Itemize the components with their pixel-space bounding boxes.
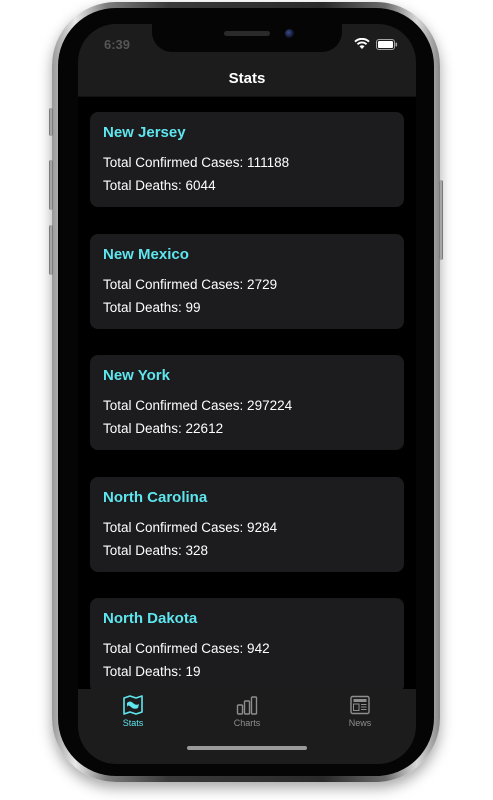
home-indicator[interactable]	[187, 746, 307, 750]
state-card-north-dakota[interactable]: North Dakota Total Confirmed Cases: 942 …	[90, 598, 404, 689]
battery-icon	[376, 38, 398, 50]
bar-chart-icon	[236, 696, 258, 715]
tab-stats[interactable]: Stats	[93, 695, 173, 728]
confirmed-cases: Total Confirmed Cases: 942	[103, 641, 270, 656]
total-deaths: Total Deaths: 328	[103, 543, 209, 558]
notch	[152, 24, 342, 52]
tab-label: News	[348, 718, 372, 728]
confirmed-cases: Total Confirmed Cases: 2729	[103, 277, 278, 292]
tab-charts[interactable]: Charts	[207, 695, 287, 728]
map-icon	[123, 695, 143, 715]
confirmed-cases: Total Confirmed Cases: 297224	[103, 398, 293, 413]
confirmed-cases: Total Confirmed Cases: 111188	[103, 155, 290, 170]
state-card-new-jersey[interactable]: New Jersey Total Confirmed Cases: 111188…	[90, 112, 404, 207]
newspaper-icon	[350, 695, 370, 715]
power-button	[439, 180, 443, 260]
app-screen: 6:39 Stats New Jersey Total Confirmed Ca…	[78, 24, 416, 764]
tab-label: Stats	[122, 718, 144, 728]
state-name: New Mexico	[103, 246, 189, 263]
state-name: New Jersey	[103, 124, 186, 141]
tab-bar: Stats Charts News	[78, 689, 416, 764]
total-deaths: Total Deaths: 6044	[103, 178, 216, 193]
speaker-grille	[224, 31, 270, 36]
state-name: New York	[103, 367, 170, 384]
state-card-new-mexico[interactable]: New Mexico Total Confirmed Cases: 2729 T…	[90, 234, 404, 329]
volume-up-button	[49, 160, 53, 210]
stats-list[interactable]: New Jersey Total Confirmed Cases: 111188…	[78, 97, 416, 689]
state-name: North Dakota	[103, 610, 198, 627]
total-deaths: Total Deaths: 22612	[103, 421, 224, 436]
navigation-bar: Stats	[78, 66, 416, 97]
front-camera	[285, 29, 294, 38]
state-name: North Carolina	[103, 489, 208, 506]
total-deaths: Total Deaths: 19	[103, 664, 201, 679]
status-icons	[354, 38, 398, 50]
state-card-new-york[interactable]: New York Total Confirmed Cases: 297224 T…	[90, 355, 404, 450]
status-time: 6:39	[104, 37, 131, 52]
tab-news[interactable]: News	[320, 695, 400, 728]
wifi-icon	[354, 38, 370, 49]
volume-down-button	[49, 225, 53, 275]
phone-mockup: 6:39 Stats New Jersey Total Confirmed Ca…	[0, 0, 493, 800]
silent-switch	[49, 108, 53, 136]
confirmed-cases: Total Confirmed Cases: 9284	[103, 520, 278, 535]
total-deaths: Total Deaths: 99	[103, 300, 201, 315]
tab-label: Charts	[233, 718, 261, 728]
page-title: Stats	[228, 70, 266, 87]
state-card-north-carolina[interactable]: North Carolina Total Confirmed Cases: 92…	[90, 477, 404, 572]
